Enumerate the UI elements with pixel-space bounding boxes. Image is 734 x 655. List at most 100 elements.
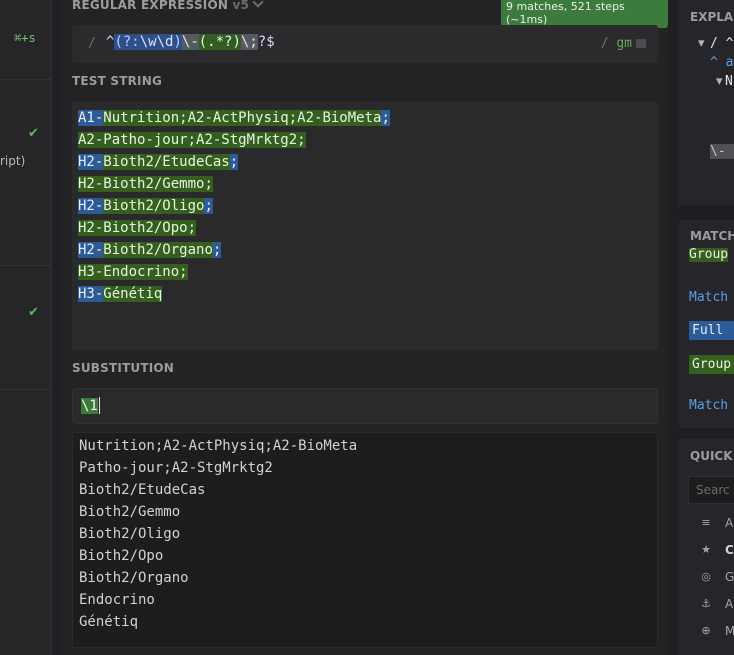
right-panel: EXPLAN ▾ / ^ ^ as ▾ N \- ( MATCH Group M… <box>679 0 734 655</box>
match-prefix: H2- <box>78 154 104 170</box>
anchor-icon: ⚓ <box>701 597 711 610</box>
divider <box>0 79 51 80</box>
match-prefix: A1- <box>78 110 104 126</box>
quick-search-input[interactable]: Searc <box>688 476 734 504</box>
star-icon: ★ <box>701 543 711 556</box>
explanation-panel: EXPLAN ▾ / ^ ^ as ▾ N \- ( <box>679 0 734 205</box>
explanation-label: EXPLAN <box>690 10 734 24</box>
divider <box>0 389 51 390</box>
quick-item-label[interactable]: G <box>725 570 734 584</box>
database-icon: ≡ <box>701 516 711 529</box>
match-suffix: ; <box>204 198 213 214</box>
script-label: ript) <box>0 154 26 168</box>
match-info-badge: 9 matches, 521 steps (~1ms) <box>501 0 668 28</box>
match-suffix: ; <box>297 132 306 148</box>
result-line: Bioth2/Opo <box>79 548 164 564</box>
regex-label-text: REGULAR EXPRESSION <box>72 0 229 12</box>
substitution-value[interactable]: \1 <box>81 397 100 414</box>
substitution-input[interactable]: \1 <box>72 388 658 424</box>
quick-item-label[interactable]: M <box>725 624 734 638</box>
test-string-line[interactable]: H3-Endocrino; <box>78 262 188 282</box>
match-suffix: ; <box>179 264 188 280</box>
substitution-label: SUBSTITUTION <box>72 361 175 375</box>
check-icon: ✔ <box>28 126 39 141</box>
match-prefix: H2- <box>78 220 104 236</box>
lifebuoy-icon: ⊕ <box>701 624 711 637</box>
save-shortcut[interactable]: ⌘+s <box>14 31 36 45</box>
quick-reference-label: QUICK <box>690 449 733 463</box>
delimiter-close: / <box>600 36 609 51</box>
substitution-token: \1 <box>81 397 98 414</box>
result-line: Bioth2/Organo <box>79 570 189 586</box>
match-prefix: H3- <box>78 264 104 280</box>
match-suffix: ; <box>204 176 213 192</box>
chevron-down-icon <box>252 0 264 8</box>
test-string-line[interactable]: H2-Bioth2/Organo; <box>78 240 222 260</box>
regex-section-label: REGULAR EXPRESSION v5 <box>72 0 264 12</box>
explanation-line: / ^ <box>710 36 734 51</box>
match-info-panel: MATCH Group Match Full Group Match <box>679 220 734 428</box>
match-group: Bioth2/EtudeCas <box>103 154 230 170</box>
search-placeholder: Searc <box>696 483 730 497</box>
test-string-line[interactable]: A1-Nutrition;A2-ActPhysiq;A2-BioMeta; <box>78 108 390 128</box>
result-line: Endocrino <box>79 592 155 608</box>
quick-item-label[interactable]: C <box>725 543 734 557</box>
match-prefix: H2- <box>78 176 104 192</box>
group-label: Group <box>689 355 734 374</box>
test-string-line[interactable]: H2-Bioth2/Oligo; <box>78 196 213 216</box>
test-string-line[interactable]: A2-Patho-jour;A2-StgMrktg2; <box>78 130 306 150</box>
quick-item-label[interactable]: A <box>725 597 733 611</box>
match-link[interactable]: Match <box>689 398 728 413</box>
regex-token: \; <box>240 34 258 50</box>
test-string-editor[interactable]: A1-Nutrition;A2-ActPhysiq;A2-BioMeta; A2-… <box>72 101 658 350</box>
main-panel: REGULAR EXPRESSION v5 9 matches, 521 ste… <box>61 0 668 655</box>
check-icon: ✔ <box>28 305 39 320</box>
regex-flags[interactable]: / gm <box>601 36 646 51</box>
regex-input[interactable]: / ^(?:\w\d)\-(.*?)\;?$ / gm <box>72 25 658 63</box>
match-link[interactable]: Match <box>689 290 728 305</box>
quick-item-label[interactable]: A <box>725 516 733 530</box>
version-text: v5 <box>232 0 250 12</box>
match-group: Bioth2/Gemmo <box>103 176 205 192</box>
match-suffix: ; <box>381 110 390 126</box>
match-suffix: ; <box>229 154 239 170</box>
result-line: Nutrition;A2-ActPhysiq;A2-BioMeta <box>79 438 358 454</box>
group-label: Group <box>689 248 729 262</box>
divider <box>0 265 51 266</box>
match-group: Bioth2/Opo <box>103 220 188 236</box>
test-string-line[interactable]: H2-Bioth2/Opo; <box>78 218 197 238</box>
version-selector[interactable]: v5 <box>232 0 264 12</box>
match-label: MATCH <box>690 229 734 243</box>
result-line: Bioth2/EtudeCas <box>79 482 206 498</box>
explanation-line: ^ as <box>710 55 734 70</box>
result-line: Patho-jour;A2-StgMrktg2 <box>79 460 273 476</box>
quick-reference-panel: QUICK Searc ≡ A ★ C ◎ G ⚓ A ⊕ M <box>679 439 734 655</box>
match-prefix: H2- <box>78 198 104 214</box>
regex-token: \- <box>181 34 199 50</box>
full-match-label: Full <box>689 321 734 340</box>
explanation-line: N <box>725 74 733 89</box>
regex-token: (?: <box>114 34 140 50</box>
match-prefix: H3- <box>78 286 104 302</box>
regex-token: \w\d <box>139 34 174 50</box>
test-string-line[interactable]: H2-Bioth2/EtudeCas; <box>78 152 239 172</box>
match-group: Bioth2/Organo <box>103 242 213 258</box>
text-caret <box>98 397 100 414</box>
result-line: Bioth2/Gemmo <box>79 504 181 520</box>
match-group: Génétiq <box>103 286 163 302</box>
test-string-line[interactable]: H2-Bioth2/Gemmo; <box>78 174 213 194</box>
match-prefix: A2- <box>78 132 104 148</box>
delimiter-open: / <box>88 36 96 51</box>
tree-chevron-icon[interactable]: ▾ <box>698 36 705 51</box>
test-string-line[interactable]: H3-Génétiq <box>78 284 163 304</box>
flag-icon[interactable] <box>636 39 646 48</box>
match-group: Bioth2/Oligo <box>103 198 205 214</box>
target-icon: ◎ <box>701 570 711 583</box>
regex-token: (.*?) <box>198 34 241 50</box>
match-group: Endocrino <box>103 264 180 280</box>
flags-text: gm <box>616 36 632 51</box>
tree-chevron-icon[interactable]: ▾ <box>716 74 723 89</box>
match-suffix: ; <box>212 242 222 258</box>
result-line: Bioth2/Oligo <box>79 526 181 542</box>
regex-expression[interactable]: ^(?:\w\d)\-(.*?)\;?$ <box>106 34 275 50</box>
